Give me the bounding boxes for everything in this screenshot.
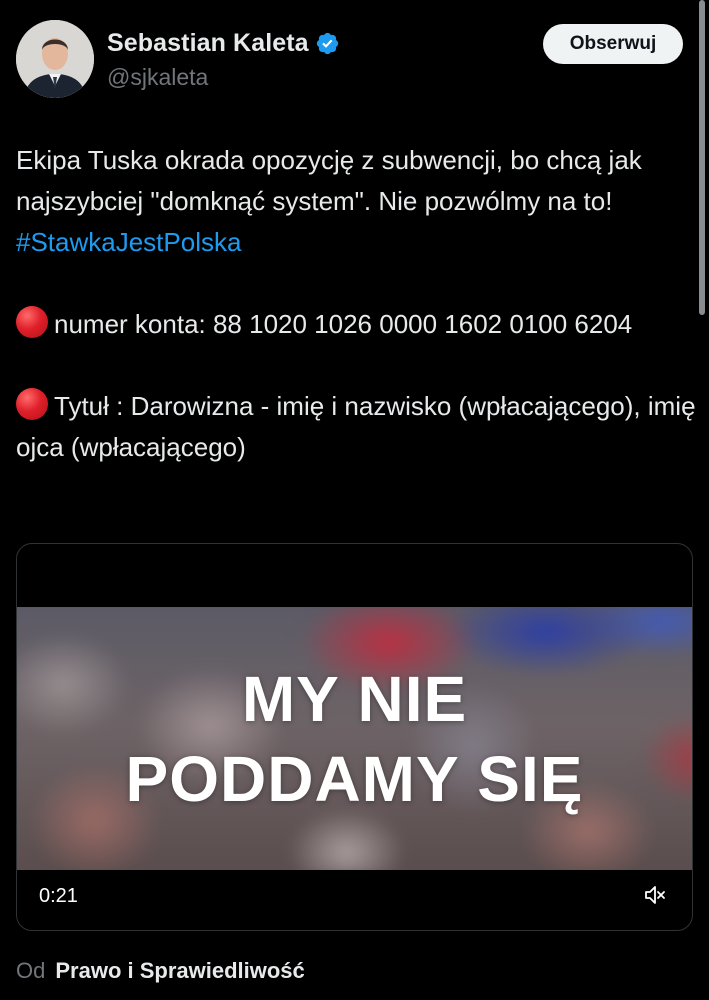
- red-circle-emoji: [16, 388, 48, 420]
- source-prefix: Od: [16, 958, 46, 983]
- tweet-header: Sebastian Kaleta @sjkaleta Obserwuj: [16, 20, 683, 100]
- video-time: 0:21: [39, 885, 78, 907]
- tweet-text-body: Ekipa Tuska okrada opozycję z subwencji,…: [16, 145, 650, 216]
- video-title: MY NIE PODDAMY SIĘ: [17, 659, 692, 819]
- speaker-muted-icon[interactable]: [644, 884, 666, 906]
- handle[interactable]: @sjkaleta: [107, 64, 340, 91]
- verified-badge-icon[interactable]: [315, 31, 340, 56]
- hashtag-link[interactable]: #StawkaJestPolska: [16, 227, 241, 257]
- video-player[interactable]: MY NIE PODDAMY SIĘ 0:21: [16, 543, 693, 931]
- avatar[interactable]: [16, 20, 94, 98]
- transfer-title-line: Tytuł : Darowizna - imię i nazwisko (wpł…: [16, 391, 703, 462]
- scrollbar[interactable]: [699, 0, 705, 315]
- video-title-line-2: PODDAMY SIĘ: [125, 743, 584, 815]
- source-name-link[interactable]: Prawo i Sprawiedliwość: [55, 958, 304, 983]
- display-name[interactable]: Sebastian Kaleta: [107, 29, 309, 58]
- source-attribution: Od Prawo i Sprawiedliwość: [16, 956, 305, 986]
- video-frame[interactable]: MY NIE PODDAMY SIĘ: [17, 607, 692, 870]
- author-info: Sebastian Kaleta @sjkaleta: [107, 26, 340, 91]
- follow-button[interactable]: Obserwuj: [543, 24, 683, 64]
- tweet-text: Ekipa Tuska okrada opozycję z subwencji,…: [16, 140, 696, 468]
- red-circle-emoji: [16, 306, 48, 338]
- video-title-line-1: MY NIE: [241, 663, 468, 735]
- account-number-line: numer konta: 88 1020 1026 0000 1602 0100…: [54, 309, 633, 339]
